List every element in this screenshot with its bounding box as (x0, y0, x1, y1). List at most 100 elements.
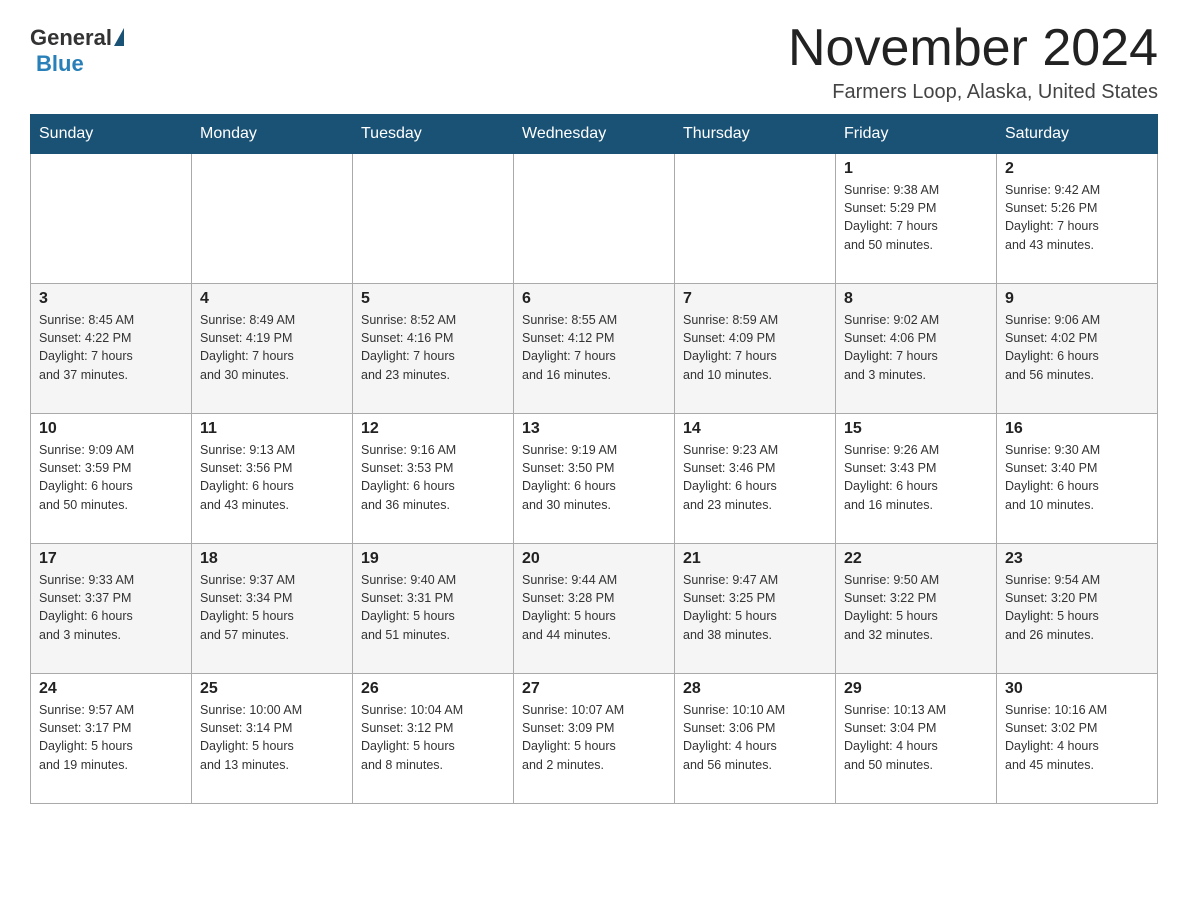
day-info: Sunrise: 9:16 AM Sunset: 3:53 PM Dayligh… (361, 441, 505, 514)
calendar-cell: 21Sunrise: 9:47 AM Sunset: 3:25 PM Dayli… (675, 544, 836, 674)
calendar-cell: 18 Sunrise: 9:37 AM Sunset: 3:34 PM Dayli… (192, 544, 353, 674)
logo-general-text: General (30, 25, 112, 51)
calendar-header-tuesday: Tuesday (353, 115, 514, 154)
calendar-table: SundayMondayTuesdayWednesdayThursdayFrid… (30, 114, 1158, 804)
day-number: 20 (522, 550, 666, 568)
day-info: Sunrise: 9:54 AM Sunset: 3:20 PM Dayligh… (1005, 571, 1149, 644)
calendar-cell: 27 Sunrise: 10:07 AM Sunset: 3:09 PM Dayl… (514, 674, 675, 804)
calendar-cell: 11 Sunrise: 9:13 AM Sunset: 3:56 PM Dayli… (192, 414, 353, 544)
day-info: Sunrise: 9:30 AM Sunset: 3:40 PM Dayligh… (1005, 441, 1149, 514)
calendar-cell (192, 154, 353, 284)
calendar-cell: 17Sunrise: 9:33 AM Sunset: 3:37 PM Dayli… (31, 544, 192, 674)
calendar-cell: 23Sunrise: 9:54 AM Sunset: 3:20 PM Dayli… (997, 544, 1158, 674)
day-number: 3 (39, 290, 183, 308)
day-number: 21 (683, 550, 827, 568)
calendar-cell (31, 154, 192, 284)
day-number: 11 (200, 420, 344, 438)
day-number: 22 (844, 550, 988, 568)
calendar-header-sunday: Sunday (31, 115, 192, 154)
calendar-header-saturday: Saturday (997, 115, 1158, 154)
day-number: 6 (522, 290, 666, 308)
day-info: Sunrise: 8:55 AM Sunset: 4:12 PM Dayligh… (522, 311, 666, 384)
day-info: Sunrise: 9:19 AM Sunset: 3:50 PM Dayligh… (522, 441, 666, 514)
calendar-cell: 14 Sunrise: 9:23 AM Sunset: 3:46 PM Dayli… (675, 414, 836, 544)
month-title: November 2024 (788, 20, 1158, 77)
calendar-cell: 26 Sunrise: 10:04 AM Sunset: 3:12 PM Dayl… (353, 674, 514, 804)
day-number: 26 (361, 680, 505, 698)
day-number: 15 (844, 420, 988, 438)
day-info: Sunrise: 10:00 AM Sunset: 3:14 PM Daylig… (200, 701, 344, 774)
day-number: 5 (361, 290, 505, 308)
day-number: 18 (200, 550, 344, 568)
day-number: 1 (844, 160, 988, 178)
day-number: 14 (683, 420, 827, 438)
calendar-cell: 15 Sunrise: 9:26 AM Sunset: 3:43 PM Dayli… (836, 414, 997, 544)
day-number: 2 (1005, 160, 1149, 178)
day-number: 16 (1005, 420, 1149, 438)
calendar-week-row: 10 Sunrise: 9:09 AM Sunset: 3:59 PM Dayli… (31, 414, 1158, 544)
day-info: Sunrise: 9:40 AM Sunset: 3:31 PM Dayligh… (361, 571, 505, 644)
calendar-cell: 22 Sunrise: 9:50 AM Sunset: 3:22 PM Dayli… (836, 544, 997, 674)
calendar-cell: 13 Sunrise: 9:19 AM Sunset: 3:50 PM Dayli… (514, 414, 675, 544)
calendar-cell: 1 Sunrise: 9:38 AM Sunset: 5:29 PM Daylig… (836, 154, 997, 284)
day-info: Sunrise: 9:50 AM Sunset: 3:22 PM Dayligh… (844, 571, 988, 644)
page-header: General Blue November 2024 Farmers Loop,… (30, 20, 1158, 104)
calendar-cell: 19 Sunrise: 9:40 AM Sunset: 3:31 PM Dayli… (353, 544, 514, 674)
day-number: 25 (200, 680, 344, 698)
day-number: 24 (39, 680, 183, 698)
calendar-cell: 2 Sunrise: 9:42 AM Sunset: 5:26 PM Daylig… (997, 154, 1158, 284)
day-number: 28 (683, 680, 827, 698)
day-info: Sunrise: 8:45 AM Sunset: 4:22 PM Dayligh… (39, 311, 183, 384)
day-number: 17 (39, 550, 183, 568)
day-info: Sunrise: 9:13 AM Sunset: 3:56 PM Dayligh… (200, 441, 344, 514)
calendar-week-row: 24 Sunrise: 9:57 AM Sunset: 3:17 PM Dayli… (31, 674, 1158, 804)
calendar-header-friday: Friday (836, 115, 997, 154)
day-info: Sunrise: 8:59 AM Sunset: 4:09 PM Dayligh… (683, 311, 827, 384)
calendar-week-row: 3 Sunrise: 8:45 AM Sunset: 4:22 PM Daylig… (31, 284, 1158, 414)
calendar-cell: 3 Sunrise: 8:45 AM Sunset: 4:22 PM Daylig… (31, 284, 192, 414)
day-info: Sunrise: 10:16 AM Sunset: 3:02 PM Daylig… (1005, 701, 1149, 774)
calendar-week-row: 1 Sunrise: 9:38 AM Sunset: 5:29 PM Daylig… (31, 154, 1158, 284)
day-info: Sunrise: 9:38 AM Sunset: 5:29 PM Dayligh… (844, 181, 988, 254)
day-info: Sunrise: 9:44 AM Sunset: 3:28 PM Dayligh… (522, 571, 666, 644)
calendar-cell: 29 Sunrise: 10:13 AM Sunset: 3:04 PM Dayl… (836, 674, 997, 804)
calendar-cell: 16 Sunrise: 9:30 AM Sunset: 3:40 PM Dayli… (997, 414, 1158, 544)
location-subtitle: Farmers Loop, Alaska, United States (788, 81, 1158, 104)
day-info: Sunrise: 9:02 AM Sunset: 4:06 PM Dayligh… (844, 311, 988, 384)
calendar-cell: 6 Sunrise: 8:55 AM Sunset: 4:12 PM Daylig… (514, 284, 675, 414)
day-info: Sunrise: 9:09 AM Sunset: 3:59 PM Dayligh… (39, 441, 183, 514)
day-info: Sunrise: 10:04 AM Sunset: 3:12 PM Daylig… (361, 701, 505, 774)
calendar-cell: 5 Sunrise: 8:52 AM Sunset: 4:16 PM Daylig… (353, 284, 514, 414)
day-info: Sunrise: 9:26 AM Sunset: 3:43 PM Dayligh… (844, 441, 988, 514)
day-number: 9 (1005, 290, 1149, 308)
logo-blue-text: Blue (36, 51, 84, 77)
calendar-header-monday: Monday (192, 115, 353, 154)
day-info: Sunrise: 9:57 AM Sunset: 3:17 PM Dayligh… (39, 701, 183, 774)
day-info: Sunrise: 9:37 AM Sunset: 3:34 PM Dayligh… (200, 571, 344, 644)
day-number: 10 (39, 420, 183, 438)
calendar-cell: 12Sunrise: 9:16 AM Sunset: 3:53 PM Dayli… (353, 414, 514, 544)
calendar-cell: 4Sunrise: 8:49 AM Sunset: 4:19 PM Daylig… (192, 284, 353, 414)
logo-triangle-icon (114, 28, 124, 46)
day-number: 29 (844, 680, 988, 698)
calendar-week-row: 17Sunrise: 9:33 AM Sunset: 3:37 PM Dayli… (31, 544, 1158, 674)
day-info: Sunrise: 10:07 AM Sunset: 3:09 PM Daylig… (522, 701, 666, 774)
title-section: November 2024 Farmers Loop, Alaska, Unit… (788, 20, 1158, 104)
day-info: Sunrise: 10:13 AM Sunset: 3:04 PM Daylig… (844, 701, 988, 774)
calendar-cell: 24 Sunrise: 9:57 AM Sunset: 3:17 PM Dayli… (31, 674, 192, 804)
calendar-cell: 30Sunrise: 10:16 AM Sunset: 3:02 PM Dayl… (997, 674, 1158, 804)
calendar-cell (353, 154, 514, 284)
day-number: 8 (844, 290, 988, 308)
day-number: 19 (361, 550, 505, 568)
day-number: 27 (522, 680, 666, 698)
calendar-cell: 7Sunrise: 8:59 AM Sunset: 4:09 PM Daylig… (675, 284, 836, 414)
calendar-cell: 28Sunrise: 10:10 AM Sunset: 3:06 PM Dayl… (675, 674, 836, 804)
day-info: Sunrise: 8:52 AM Sunset: 4:16 PM Dayligh… (361, 311, 505, 384)
day-number: 13 (522, 420, 666, 438)
calendar-cell: 25 Sunrise: 10:00 AM Sunset: 3:14 PM Dayl… (192, 674, 353, 804)
calendar-cell: 10 Sunrise: 9:09 AM Sunset: 3:59 PM Dayli… (31, 414, 192, 544)
day-info: Sunrise: 9:06 AM Sunset: 4:02 PM Dayligh… (1005, 311, 1149, 384)
calendar-header-wednesday: Wednesday (514, 115, 675, 154)
day-info: Sunrise: 9:23 AM Sunset: 3:46 PM Dayligh… (683, 441, 827, 514)
day-info: Sunrise: 9:42 AM Sunset: 5:26 PM Dayligh… (1005, 181, 1149, 254)
